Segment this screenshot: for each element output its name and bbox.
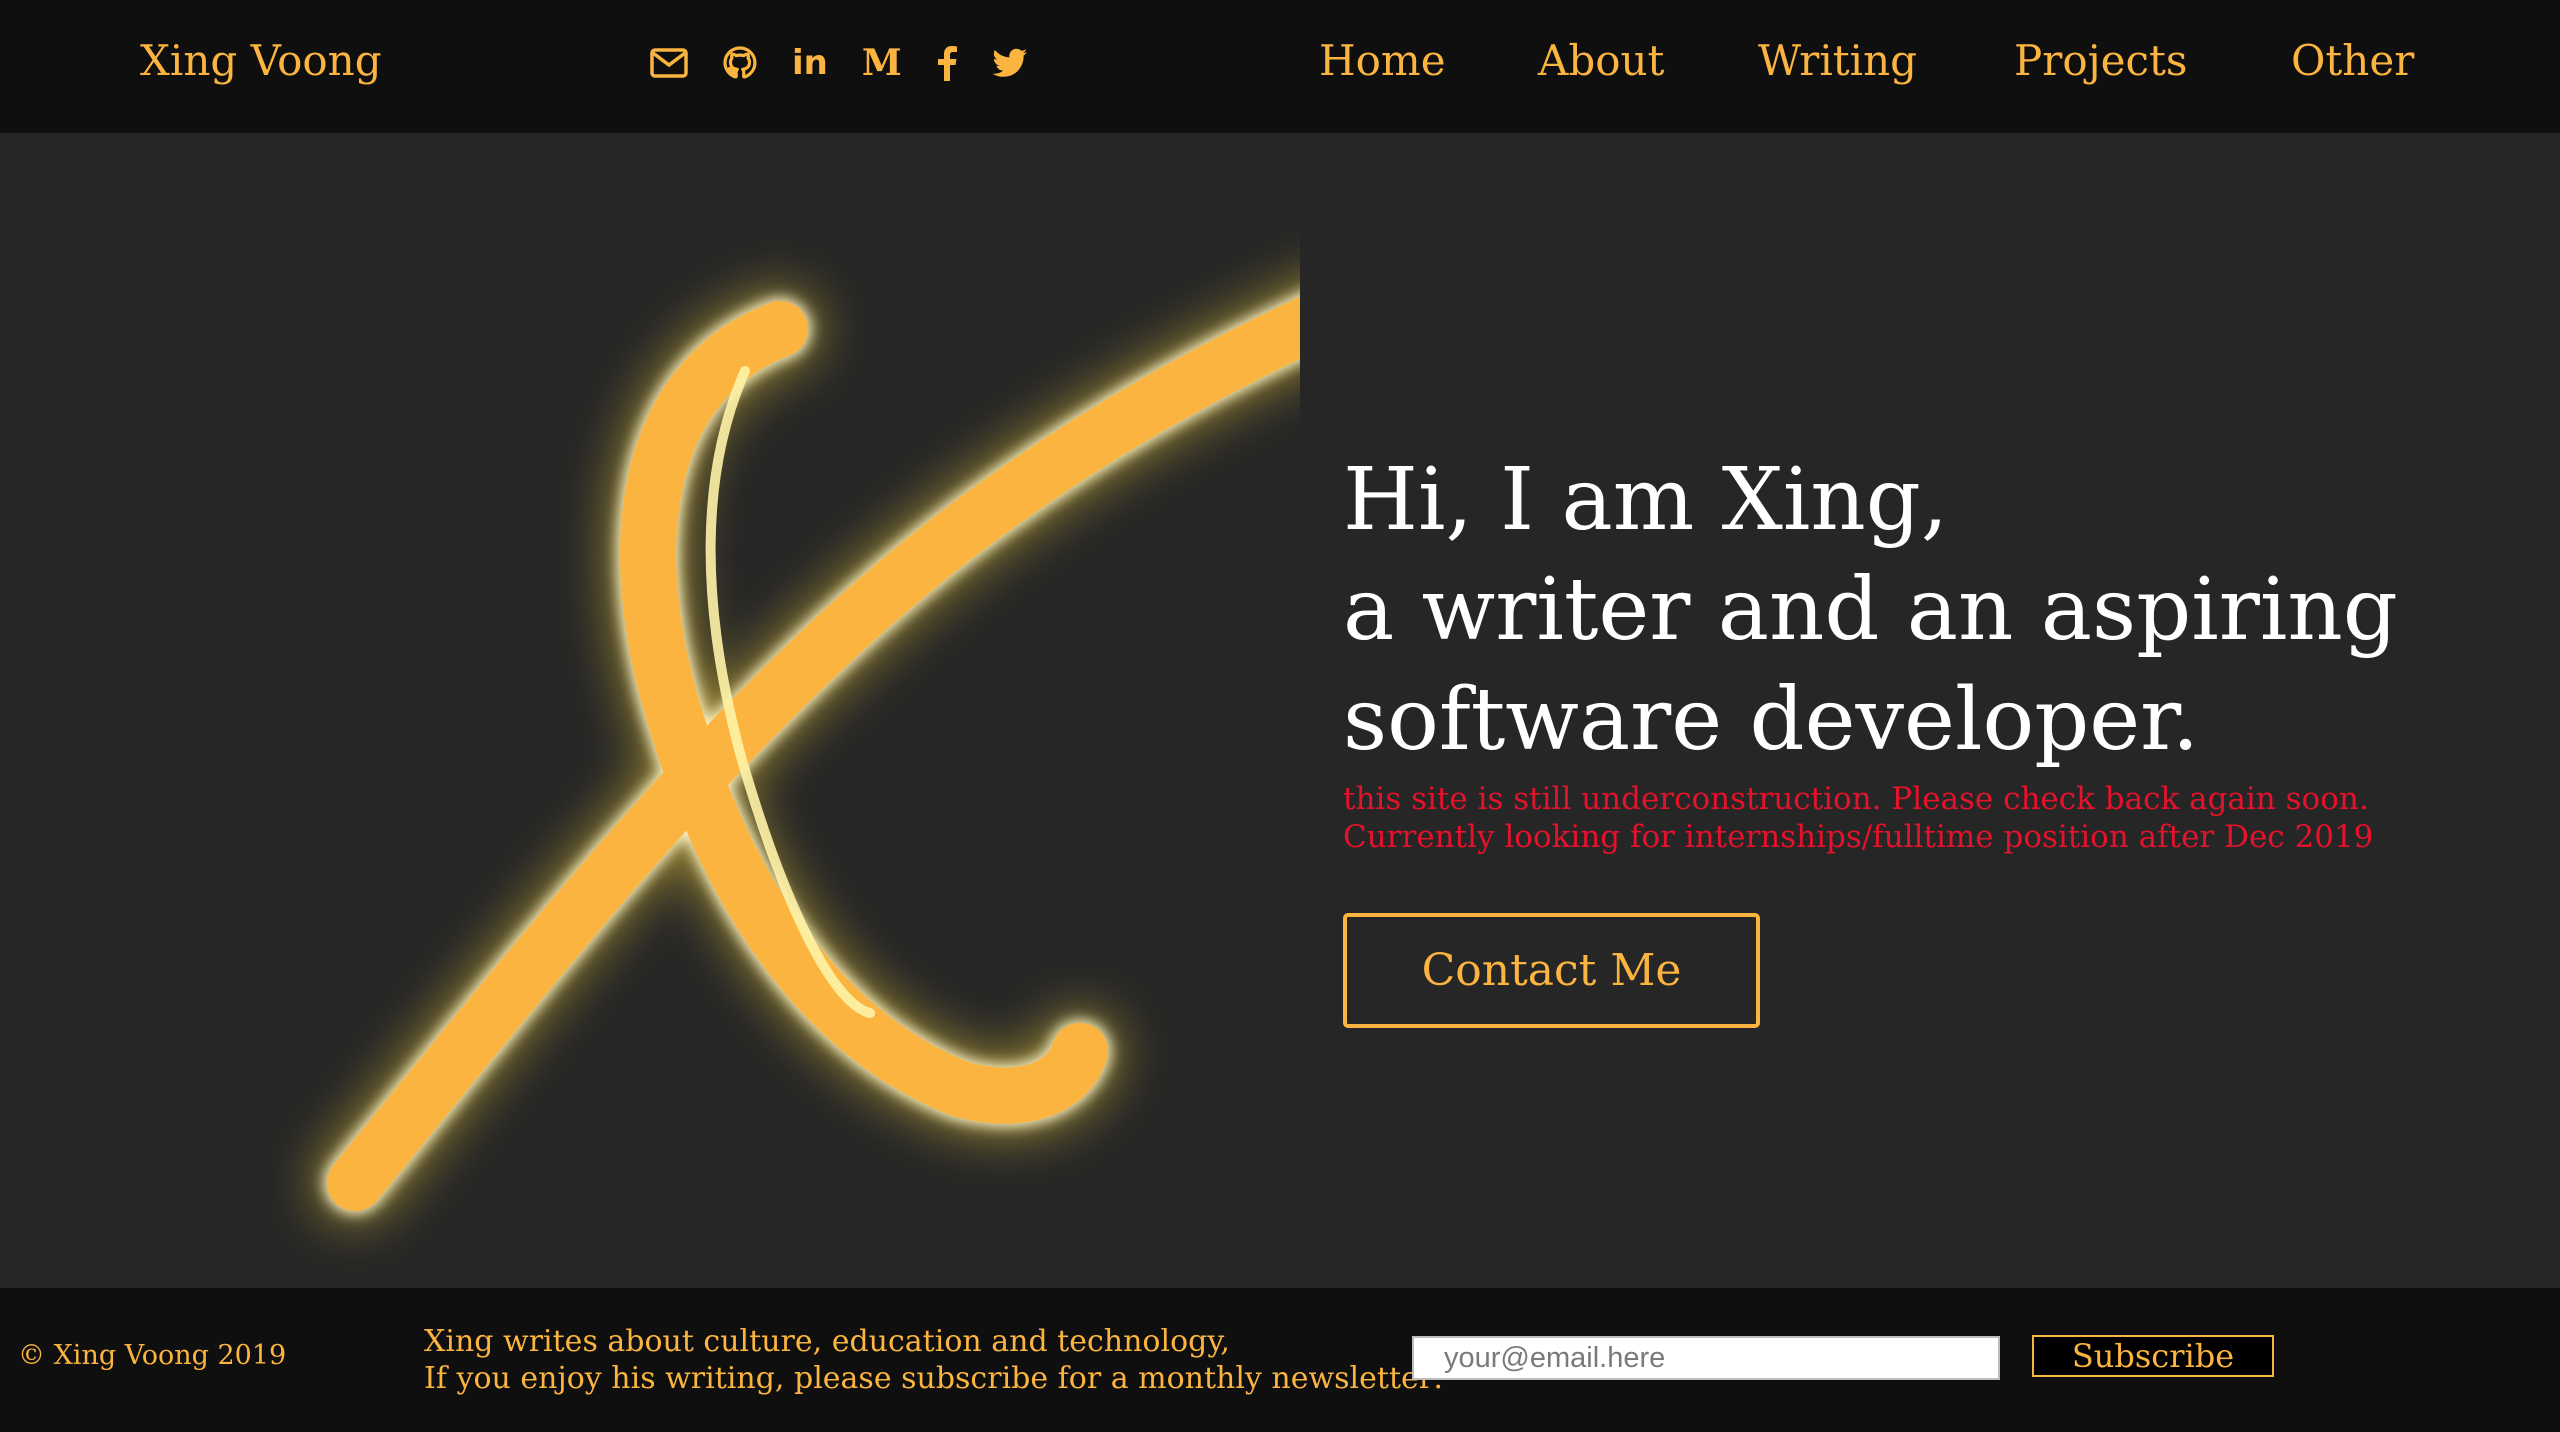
- contact-me-button[interactable]: Contact Me: [1343, 913, 1760, 1028]
- blurb-line-2: If you enjoy his writing, please subscri…: [424, 1361, 1444, 1396]
- hero-headline: Hi, I am Xing, a writer and an aspiring …: [1343, 445, 2493, 775]
- blurb-line-1: Xing writes about culture, education and…: [424, 1324, 1230, 1359]
- nav-link-other[interactable]: Other: [2291, 30, 2414, 92]
- nav-link-writing[interactable]: Writing: [1758, 30, 1917, 92]
- x-monogram-neon-logo: [0, 133, 1528, 1288]
- main-nav: Home About Writing Projects Other: [0, 30, 2560, 92]
- headline-line-2: a writer and an aspiring: [1343, 560, 2398, 660]
- copyright-text: © Xing Voong 2019: [18, 1340, 287, 1371]
- construction-notice: this site is still underconstruction. Pl…: [1343, 781, 2374, 855]
- top-navbar: Xing Voong in M Home About Writing Proje…: [0, 0, 2560, 133]
- subscribe-button[interactable]: Subscribe: [2032, 1335, 2274, 1377]
- email-field[interactable]: [1412, 1336, 2000, 1380]
- footer: © Xing Voong 2019 Xing writes about cult…: [0, 1288, 2560, 1432]
- headline-line-1: Hi, I am Xing,: [1343, 450, 1949, 550]
- nav-link-projects[interactable]: Projects: [2014, 30, 2187, 92]
- hero-section: Hi, I am Xing, a writer and an aspiring …: [0, 133, 2560, 1288]
- nav-link-about[interactable]: About: [1538, 30, 1664, 92]
- headline-line-3: software developer.: [1343, 670, 2200, 770]
- newsletter-blurb: Xing writes about culture, education and…: [424, 1323, 1443, 1397]
- nav-link-home[interactable]: Home: [1319, 30, 1446, 92]
